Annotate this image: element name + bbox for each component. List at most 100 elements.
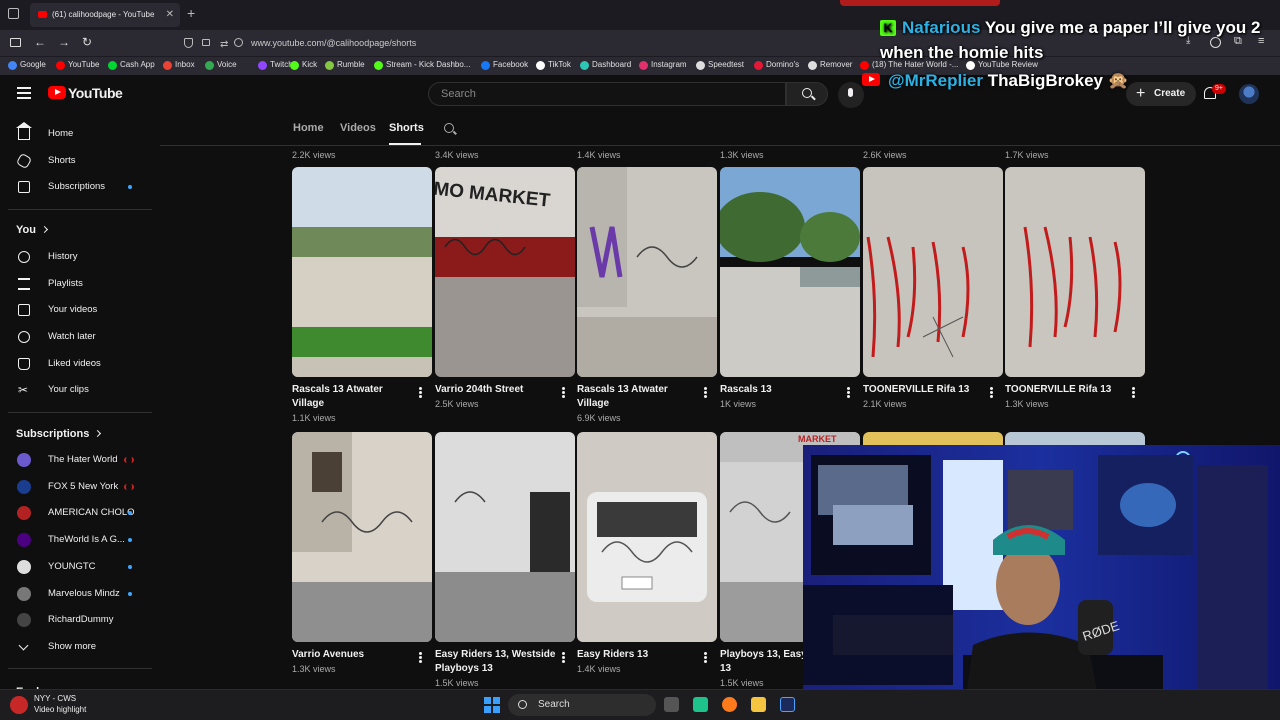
short-title[interactable]: Varrio 204th Street [435, 383, 560, 397]
bookmark-item[interactable]: Twitch [258, 60, 293, 70]
short-thumbnail[interactable] [577, 432, 717, 642]
thumbnail-image [292, 432, 432, 642]
short-title[interactable]: Rascals 13 [720, 383, 845, 397]
sidebar-item-label: Marvelous Mindz [48, 587, 120, 599]
bookmark-item[interactable]: Inbox [163, 60, 195, 70]
you-section-header[interactable]: You [16, 224, 49, 236]
short-thumbnail[interactable] [1005, 167, 1145, 377]
taskbar-search[interactable]: Search [508, 694, 656, 716]
avatar[interactable] [1239, 84, 1259, 104]
sidebar-item-playlists[interactable]: Playlists [0, 271, 150, 297]
photoshop-icon[interactable] [780, 697, 795, 712]
more-options-icon[interactable] [990, 387, 993, 398]
short-title[interactable]: TOONERVILLE Rifa 13 [863, 383, 988, 397]
sidebar-subscription-item[interactable]: YOUNGTC [0, 554, 150, 580]
tab-videos[interactable]: Videos [340, 122, 376, 134]
forward-icon[interactable]: → [58, 35, 70, 49]
create-button[interactable]: + Create [1126, 82, 1196, 106]
sidebar-subscription-item[interactable]: FOX 5 New York [0, 474, 150, 500]
firefox-icon[interactable] [722, 697, 737, 712]
sidebar-item-watch-later[interactable]: Watch later [0, 324, 150, 350]
file-explorer-icon[interactable] [751, 697, 766, 712]
sidebar-item-your-clips[interactable]: ✂ Your clips [0, 377, 150, 403]
reload-icon[interactable]: ↻ [82, 35, 92, 49]
more-options-icon[interactable] [1132, 387, 1135, 398]
sidebar-item-history[interactable]: History [0, 244, 150, 270]
voice-search-icon[interactable] [838, 82, 864, 108]
bookmark-item[interactable]: Speedtest [696, 60, 744, 70]
search-button[interactable] [786, 82, 828, 106]
sidebar-item-liked-videos[interactable]: Liked videos [0, 351, 150, 377]
sidebar-item-shorts[interactable]: Shorts [0, 148, 150, 174]
short-title[interactable]: Rascals 13 Atwater Village [577, 383, 702, 411]
bookmark-item[interactable]: Facebook [481, 60, 528, 70]
thumbnail-image [720, 167, 860, 377]
short-views: 1.5K views [720, 678, 764, 688]
bookmark-item[interactable]: Stream - Kick Dashbo... [374, 60, 470, 70]
back-icon[interactable]: ← [34, 35, 46, 49]
youtube-logo-icon[interactable] [48, 86, 66, 99]
more-options-icon[interactable] [562, 652, 565, 663]
bookmark-item[interactable]: Remover [808, 60, 852, 70]
short-thumbnail[interactable]: MO MARKET [435, 167, 575, 377]
app-icon[interactable] [693, 697, 708, 712]
short-thumbnail[interactable] [577, 167, 717, 377]
bookmark-label: Kick [302, 60, 318, 69]
sidebar-item-your-videos[interactable]: Your videos [0, 297, 150, 323]
bookmark-item[interactable]: Google [8, 60, 46, 70]
bookmark-item[interactable]: Domino's [754, 60, 799, 70]
more-options-icon[interactable] [704, 387, 707, 398]
more-options-icon[interactable] [704, 652, 707, 663]
browser-tab[interactable]: (61) calihoodpage - YouTube ✕ [30, 3, 180, 27]
windows-start-icon[interactable] [484, 697, 500, 713]
guide-menu-icon[interactable] [17, 87, 31, 99]
new-tab-icon[interactable]: + [187, 5, 195, 21]
bookmark-favicon-icon [639, 61, 648, 70]
more-options-icon[interactable] [419, 387, 422, 398]
short-title[interactable]: TOONERVILLE Rifa 13 [1005, 383, 1130, 397]
search-input[interactable]: Search [428, 82, 786, 106]
sidebar-subscription-item[interactable]: AMERICAN CHOLO [0, 500, 150, 526]
sidebar-toggle-icon[interactable] [10, 38, 21, 47]
tab-list-icon[interactable] [8, 8, 19, 19]
short-title[interactable]: Varrio Avenues [292, 648, 417, 662]
bookmark-item[interactable]: Dashboard [580, 60, 631, 70]
tab-home[interactable]: Home [293, 122, 324, 134]
sidebar-item-subscriptions[interactable]: Subscriptions [0, 174, 150, 200]
short-thumbnail[interactable] [720, 167, 860, 377]
youtube-logo-text[interactable]: YouTube [68, 85, 123, 101]
bookmark-item[interactable]: YouTube [56, 60, 99, 70]
short-thumbnail[interactable] [435, 432, 575, 642]
news-widget[interactable]: NYY - CWS Video highlight [34, 693, 86, 715]
sidebar-item-home[interactable]: Home [0, 121, 150, 147]
tab-shorts[interactable]: Shorts [389, 122, 424, 134]
sidebar-subscription-item[interactable]: The Hater World [0, 447, 150, 473]
bookmark-item[interactable]: TikTok [536, 60, 571, 70]
sidebar-subscription-item[interactable]: Marvelous Mindz [0, 581, 150, 607]
task-view-icon[interactable] [664, 697, 679, 712]
bookmark-item[interactable]: Cash App [108, 60, 155, 70]
bookmark-item[interactable]: Instagram [639, 60, 687, 70]
show-more-button[interactable]: Show more [0, 634, 150, 660]
channel-search-icon[interactable] [444, 123, 454, 133]
close-tab-icon[interactable]: ✕ [166, 3, 174, 27]
subscriptions-section-header[interactable]: Subscriptions [16, 428, 102, 440]
weather-widget-icon[interactable] [10, 696, 28, 714]
short-views: 1K views [720, 399, 757, 409]
more-options-icon[interactable] [562, 387, 565, 398]
short-title[interactable]: Rascals 13 Atwater Village [292, 383, 417, 411]
short-thumbnail[interactable] [292, 167, 432, 377]
bookmark-item[interactable]: Kick [290, 60, 318, 70]
short-title[interactable]: Easy Riders 13, Westside Playboys 13 [435, 648, 560, 676]
more-options-icon[interactable] [419, 652, 422, 663]
bookmark-item[interactable]: Rumble [325, 60, 365, 70]
address-bar[interactable]: ⇄ www.youtube.com/@calihoodpage/shorts [176, 33, 776, 53]
sidebar-subscription-item[interactable]: RichardDummy [0, 607, 150, 633]
short-thumbnail[interactable] [292, 432, 432, 642]
short-views: 2.6K views [863, 150, 907, 160]
short-title[interactable]: Easy Riders 13 [577, 648, 702, 662]
short-thumbnail[interactable] [863, 167, 1003, 377]
more-options-icon[interactable] [847, 387, 850, 398]
bookmark-item[interactable]: Voice [205, 60, 237, 70]
sidebar-subscription-item[interactable]: TheWorld Is A G... [0, 527, 150, 553]
